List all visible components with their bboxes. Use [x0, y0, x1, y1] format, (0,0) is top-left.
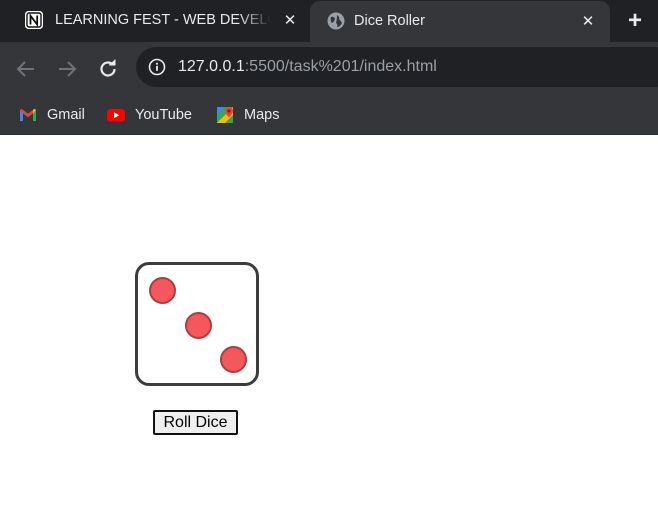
youtube-icon: [107, 109, 125, 122]
dice-pip: [149, 277, 176, 304]
toolbar: 127.0.0.1:5500/task%201/index.html: [0, 42, 658, 96]
reload-icon[interactable]: [96, 57, 120, 81]
tab-title: LEARNING FEST - WEB DEVELOP: [55, 12, 271, 28]
bookmarks-bar: Gmail YouTube Maps: [0, 96, 658, 135]
dice-pip: [185, 312, 212, 339]
dice-face: [135, 262, 259, 386]
bookmark-label: Maps: [244, 107, 280, 123]
close-icon[interactable]: ✕: [280, 11, 300, 31]
url-text: 127.0.0.1:5500/task%201/index.html: [178, 58, 437, 76]
info-icon[interactable]: [148, 58, 166, 76]
back-arrow-icon[interactable]: [14, 57, 38, 81]
dice-pip: [220, 346, 247, 373]
bookmark-gmail[interactable]: Gmail: [18, 104, 85, 126]
new-tab-icon[interactable]: +: [622, 9, 648, 35]
close-icon[interactable]: ✕: [578, 12, 598, 32]
address-bar[interactable]: 127.0.0.1:5500/task%201/index.html: [136, 47, 658, 87]
bookmark-maps[interactable]: Maps: [215, 104, 279, 126]
tab-title: Dice Roller: [354, 13, 425, 29]
tab-learning-fest[interactable]: LEARNING FEST - WEB DEVELOP ✕: [0, 0, 310, 42]
tab-dice-roller[interactable]: Dice Roller ✕: [310, 1, 610, 42]
globe-icon: [327, 12, 345, 30]
bookmark-label: YouTube: [135, 107, 192, 123]
gmail-icon: [20, 108, 36, 121]
url-path: :5500/task%201/index.html: [244, 58, 437, 75]
bookmark-youtube[interactable]: YouTube: [106, 104, 192, 126]
notion-icon: [25, 11, 43, 29]
forward-arrow-icon[interactable]: [55, 57, 79, 81]
page-content: Roll Dice: [0, 136, 658, 518]
bookmark-label: Gmail: [47, 107, 85, 123]
roll-dice-button[interactable]: Roll Dice: [153, 410, 238, 435]
url-host: 127.0.0.1: [178, 58, 245, 75]
maps-icon: [217, 107, 233, 123]
tab-strip: LEARNING FEST - WEB DEVELOP ✕ Dice Rolle…: [0, 0, 658, 42]
